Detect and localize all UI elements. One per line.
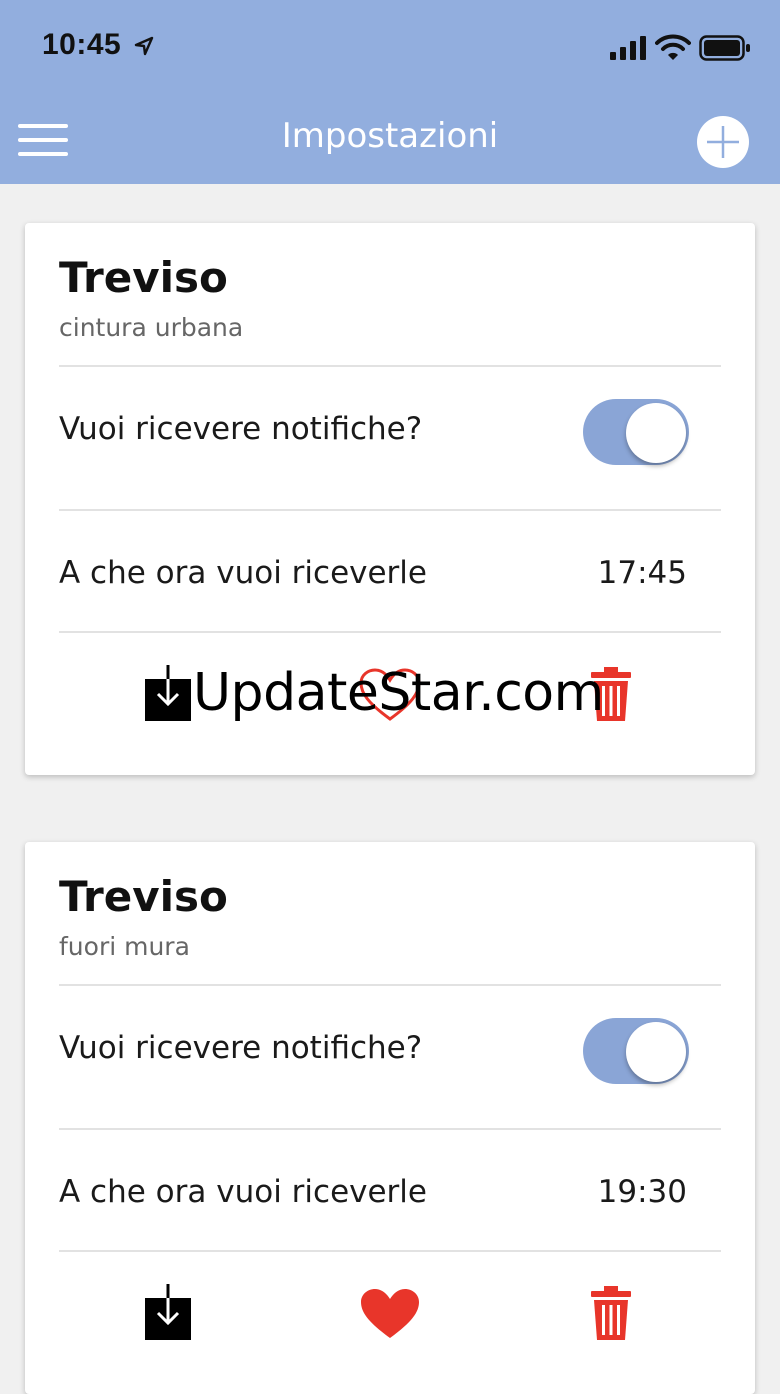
add-button[interactable] [697, 116, 749, 168]
card-title: Treviso [59, 872, 228, 921]
heart-outline-icon[interactable] [358, 667, 422, 723]
location-arrow-icon [134, 36, 154, 56]
plus-circle-icon [707, 126, 739, 158]
notify-label: Vuoi ricevere notifiche? [59, 411, 423, 447]
divider [59, 1128, 721, 1130]
toggle-knob [626, 1022, 686, 1082]
download-icon[interactable] [145, 665, 191, 721]
divider [59, 1250, 721, 1252]
wifi-icon [655, 34, 691, 60]
status-time: 10:45 [42, 28, 122, 61]
trash-icon[interactable] [591, 1286, 631, 1340]
notify-toggle[interactable] [583, 1018, 689, 1084]
battery-icon [699, 35, 750, 61]
card-subtitle: cintura urbana [59, 313, 244, 342]
status-bar: 10:45 [0, 0, 780, 96]
time-label: A che ora vuoi riceverle [59, 1174, 427, 1210]
location-card: Treviso fuori mura Vuoi ricevere notific… [25, 842, 755, 1394]
divider [59, 509, 721, 511]
download-icon[interactable] [145, 1284, 191, 1340]
time-value[interactable]: 19:30 [598, 1174, 687, 1210]
heart-filled-icon[interactable] [358, 1286, 422, 1342]
notify-label: Vuoi ricevere notifiche? [59, 1030, 423, 1066]
time-label: A che ora vuoi riceverle [59, 555, 427, 591]
card-subtitle: fuori mura [59, 932, 190, 961]
location-card: Treviso cintura urbana Vuoi ricevere not… [25, 223, 755, 775]
cellular-signal-icon [610, 36, 646, 60]
time-value[interactable]: 17:45 [598, 555, 687, 591]
divider [59, 365, 721, 367]
trash-icon[interactable] [591, 667, 631, 721]
toggle-knob [626, 403, 686, 463]
divider [59, 631, 721, 633]
notify-toggle[interactable] [583, 399, 689, 465]
nav-bar: Impostazioni [0, 96, 780, 184]
card-title: Treviso [59, 253, 228, 302]
divider [59, 984, 721, 986]
page-title: Impostazioni [281, 116, 499, 156]
